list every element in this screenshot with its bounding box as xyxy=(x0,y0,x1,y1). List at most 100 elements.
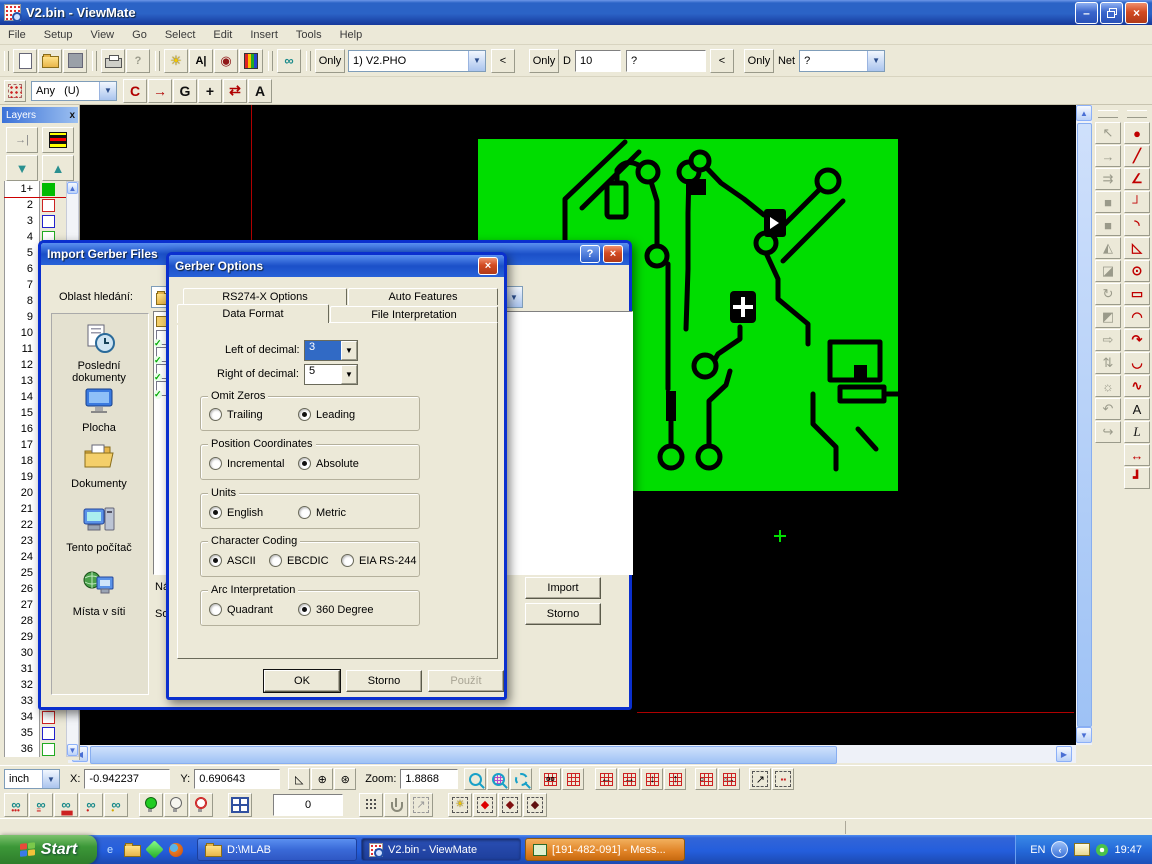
layer-number[interactable]: 14 xyxy=(4,389,40,405)
layer-number[interactable]: 9 xyxy=(4,309,40,325)
draw-dimension-icon[interactable]: ↔ xyxy=(1124,444,1150,466)
menu-setup[interactable]: Setup xyxy=(44,29,73,41)
menu-select[interactable]: Select xyxy=(165,29,196,41)
select-pointer-icon[interactable]: ↖ xyxy=(1095,122,1121,144)
layer-number[interactable]: 35 xyxy=(4,725,40,741)
pad-mode-button[interactable]: ◆ xyxy=(473,793,497,817)
layer-number[interactable]: 18 xyxy=(4,453,40,469)
layer-number[interactable]: 28 xyxy=(4,613,40,629)
radio-absolute[interactable]: Absolute xyxy=(298,457,359,470)
highlight-button[interactable]: ☀ xyxy=(164,49,188,73)
tab-file-interpretation[interactable]: File Interpretation xyxy=(330,306,498,323)
radio-leading[interactable]: Leading xyxy=(298,408,355,421)
menu-file[interactable]: File xyxy=(8,29,26,41)
view-sketch-button[interactable]: ∞•— xyxy=(104,793,128,817)
ok-button[interactable]: OK xyxy=(264,670,340,692)
center-target-button[interactable]: ⊕ xyxy=(311,768,333,790)
dcode-input[interactable]: 10 xyxy=(575,50,621,72)
scroll-up-icon[interactable]: ▲ xyxy=(67,182,78,194)
menu-view[interactable]: View xyxy=(90,29,114,41)
pan-down-button[interactable]: ↓ xyxy=(641,768,663,790)
layer-number[interactable]: 22 xyxy=(4,517,40,533)
zoom-value[interactable]: 1.8868 xyxy=(400,769,458,789)
film-combo[interactable]: 1) V2.PHO ▼ xyxy=(348,50,486,72)
draw-arc-angle-icon[interactable]: ◝ xyxy=(1124,214,1150,236)
close-icon[interactable]: x xyxy=(69,110,75,121)
draw-polyline-icon[interactable]: ∠ xyxy=(1124,168,1150,190)
layer-number[interactable]: 25 xyxy=(4,565,40,581)
draw-label-icon[interactable]: L xyxy=(1124,421,1150,443)
grid-dense-button[interactable] xyxy=(562,768,584,790)
layer-number[interactable]: 17 xyxy=(4,437,40,453)
import-button[interactable]: Import xyxy=(525,577,601,599)
green-app-quicklaunch-icon[interactable] xyxy=(145,841,163,859)
ie-quicklaunch-icon[interactable]: e xyxy=(101,841,119,859)
help-button[interactable]: ? xyxy=(580,245,600,263)
snap-grid-button[interactable] xyxy=(359,793,383,817)
dcode-h-button[interactable]: ⇄ xyxy=(223,79,247,103)
view-dots-button[interactable]: ∞••• xyxy=(4,793,28,817)
dcode-g-button[interactable]: G xyxy=(173,79,197,103)
layer-row-2[interactable]: 2 xyxy=(4,197,66,213)
layer-number[interactable]: 27 xyxy=(4,597,40,613)
gerber-options-title-bar[interactable]: Gerber Options × xyxy=(169,255,504,277)
layer-number[interactable]: 29 xyxy=(4,629,40,645)
shear-icon[interactable]: ◪ xyxy=(1095,260,1121,282)
pad-swap-button[interactable]: ◆ xyxy=(498,793,522,817)
layer-row-1[interactable]: 1+ xyxy=(4,181,66,197)
unit-combo[interactable]: inch ▼ xyxy=(4,769,60,789)
pan-left-button[interactable]: ← xyxy=(595,768,617,790)
layer-number[interactable]: 4 xyxy=(4,229,40,245)
cancel-button[interactable]: Storno xyxy=(525,603,601,625)
layer-number[interactable]: 19 xyxy=(4,469,40,485)
draw-rect-icon[interactable]: ▭ xyxy=(1124,283,1150,305)
layer-number[interactable]: 5 xyxy=(4,245,40,261)
layer-row-35[interactable]: 35 xyxy=(4,725,66,741)
horizontal-scrollbar[interactable]: ◀ ▶ xyxy=(68,745,1076,763)
view-shapes-button[interactable]: ∞▄▄ xyxy=(54,793,78,817)
anchor-button[interactable] xyxy=(384,793,408,817)
scroll-up-icon[interactable]: ▲ xyxy=(1076,105,1092,121)
nudge-button[interactable]: ↗ xyxy=(409,793,433,817)
dcode-c-button[interactable]: C xyxy=(123,79,147,103)
select-dcode-button[interactable]: ◉ xyxy=(214,49,238,73)
draw-triangle-icon[interactable]: ◺ xyxy=(1124,237,1150,259)
scroll-down-icon[interactable]: ▼ xyxy=(67,744,78,756)
layer-number[interactable]: 30 xyxy=(4,645,40,661)
rotate-icon[interactable]: ↻ xyxy=(1095,283,1121,305)
draw-pad-icon[interactable]: ● xyxy=(1124,122,1150,144)
open-file-button[interactable] xyxy=(38,49,62,73)
zoom-grid-button[interactable] xyxy=(487,768,509,790)
vertical-scrollbar[interactable]: ▲ ▼ xyxy=(1076,105,1092,745)
taskbar-task-viewmate[interactable]: V2.bin - ViewMate xyxy=(361,838,521,861)
step-repeat-icon[interactable]: ⇅ xyxy=(1095,352,1121,374)
grid-origin-button[interactable]: ▫ xyxy=(695,768,717,790)
pan-right-button[interactable]: → xyxy=(618,768,640,790)
zoom-window-button[interactable] xyxy=(510,768,532,790)
right-of-decimal-combo[interactable]: 5 ▼ xyxy=(304,364,358,385)
draw-spline-icon[interactable]: ∿ xyxy=(1124,375,1150,397)
chevron-down-icon[interactable]: ▼ xyxy=(505,287,522,307)
layer-row-34[interactable]: 34 xyxy=(4,709,66,725)
scroll-down-icon[interactable]: ▼ xyxy=(1076,727,1092,743)
stretch-select-button[interactable]: ↗ xyxy=(749,768,771,790)
hscroll-thumb[interactable] xyxy=(90,746,837,764)
layer-number[interactable]: 2 xyxy=(4,197,40,213)
layer-ref-button[interactable] xyxy=(189,793,213,817)
tile-windows-button[interactable] xyxy=(228,793,252,817)
net-combo[interactable]: ? ▼ xyxy=(799,50,885,72)
draw-chord-icon[interactable]: ◠ xyxy=(1124,306,1150,328)
layer-color-swatch[interactable] xyxy=(42,199,55,212)
layer-color-swatch[interactable] xyxy=(42,215,55,228)
chevron-down-icon[interactable]: ▼ xyxy=(867,51,884,71)
draw-arc2-icon[interactable]: ◡ xyxy=(1124,352,1150,374)
radio-ebcdic[interactable]: EBCDIC xyxy=(269,554,329,567)
radio-incremental[interactable]: Incremental xyxy=(209,457,284,470)
draw-curve-icon[interactable]: ↷ xyxy=(1124,329,1150,351)
firefox-quicklaunch-icon[interactable] xyxy=(167,841,185,859)
layer-row-3[interactable]: 3 xyxy=(4,213,66,229)
layer-number[interactable]: 13 xyxy=(4,373,40,389)
grid-offset-button[interactable]: ▫→ xyxy=(718,768,740,790)
draw-text-icon[interactable]: A xyxy=(1124,398,1150,420)
mirror-icon[interactable]: ◭ xyxy=(1095,237,1121,259)
